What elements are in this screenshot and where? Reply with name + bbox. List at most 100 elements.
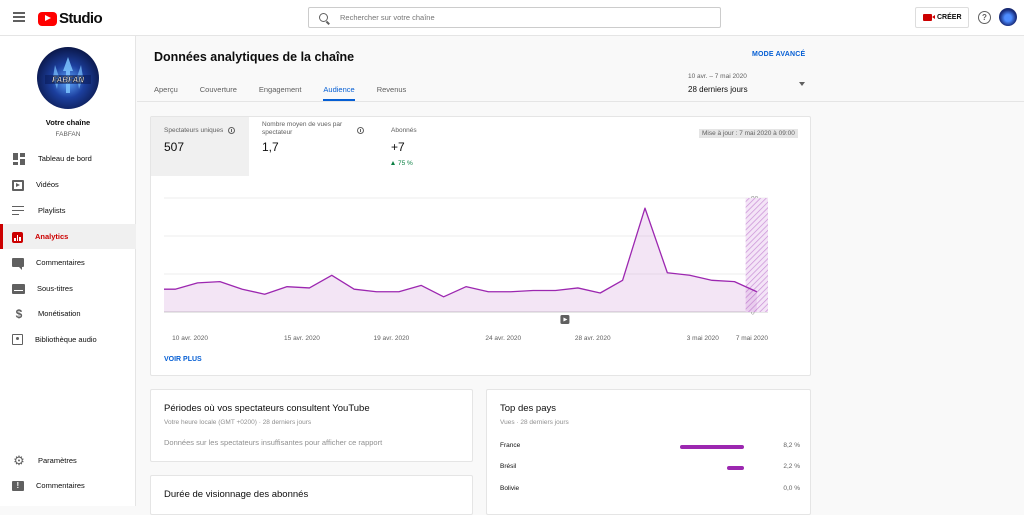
tab-reach[interactable]: Couverture — [200, 80, 237, 101]
channel-title[interactable]: Votre chaîne — [0, 118, 136, 127]
playlist-icon — [12, 204, 26, 218]
dollar-icon: $ — [15, 306, 23, 321]
country-percent: 8,2 % — [783, 442, 800, 449]
card-title: Durée de visionnage des abonnés — [164, 489, 309, 500]
data-point — [733, 280, 736, 283]
country-percent: 2,2 % — [783, 463, 800, 470]
x-tick-label: 15 avr. 2020 — [284, 335, 320, 342]
search-input[interactable] — [340, 13, 700, 22]
data-point — [308, 286, 311, 289]
tab-audience[interactable]: Audience — [323, 80, 355, 101]
tab-overview[interactable]: Aperçu — [154, 80, 178, 101]
sidebar-item-comments[interactable]: Commentaires — [0, 250, 136, 275]
sidebar-item-monetization[interactable]: $ Monétisation — [0, 301, 136, 326]
data-point — [174, 288, 177, 291]
top-bar: Studio CRÉER ? — [0, 0, 1024, 36]
x-tick-label: 3 mai 2020 — [687, 335, 720, 342]
create-button-label: CRÉER — [937, 14, 962, 21]
card-subtitle: Votre heure locale (GMT +0200) · 28 dern… — [164, 419, 312, 426]
sidebar-item-label: Vidéos — [36, 180, 59, 189]
subscriber-watch-time-card: Durée de visionnage des abonnés — [150, 475, 473, 515]
country-row: France 8,2 % — [500, 442, 800, 452]
data-point — [688, 274, 691, 277]
sidebar-item-analytics[interactable]: Analytics — [0, 224, 136, 249]
help-icon[interactable]: ? — [978, 11, 991, 24]
data-point — [196, 281, 199, 284]
data-point — [263, 293, 266, 296]
subtitles-icon — [12, 283, 25, 294]
card-title: Périodes où vos spectateurs consultent Y… — [164, 403, 370, 414]
data-point — [487, 290, 490, 293]
x-tick-label: 7 mai 2020 — [736, 335, 769, 342]
audio-library-icon — [12, 334, 23, 345]
channel-avatar[interactable]: FABFAN — [37, 47, 99, 109]
country-bar — [680, 445, 744, 449]
search-icon[interactable] — [319, 13, 328, 22]
date-range-selector[interactable]: 28 derniers jours — [688, 85, 748, 94]
data-point — [666, 271, 669, 274]
insufficient-data-note: Données sur les spectateurs insuffisante… — [164, 438, 383, 447]
search-box[interactable] — [308, 7, 721, 28]
sidebar-item-label: Playlists — [38, 206, 66, 215]
data-point — [442, 295, 445, 298]
country-name: Brésil — [500, 463, 517, 470]
video-icon — [12, 179, 24, 191]
menu-icon[interactable] — [13, 12, 25, 22]
data-point — [465, 285, 468, 288]
sidebar-item-dashboard[interactable]: Tableau de bord — [0, 146, 136, 171]
data-point — [711, 279, 714, 282]
data-point — [509, 290, 512, 293]
sidebar-item-label: Paramètres — [38, 456, 77, 465]
card-subtitle: Vues · 28 derniers jours — [500, 419, 569, 426]
sidebar-item-subtitles[interactable]: Sous-titres — [0, 276, 136, 301]
channel-name: FABFAN — [55, 131, 81, 138]
data-point — [599, 292, 602, 295]
page-title: Données analytiques de la chaîne — [154, 50, 355, 64]
sidebar-item-videos[interactable]: Vidéos — [0, 172, 136, 197]
x-tick-label: 24 avr. 2020 — [485, 335, 521, 342]
comment-icon — [12, 258, 24, 270]
youtube-logo-icon — [38, 11, 57, 26]
channel-avatar-image: FABFAN — [37, 47, 99, 109]
audience-overview-card: Spectateurs uniques 507 Nombre moyen de … — [150, 116, 811, 376]
feedback-icon — [12, 480, 24, 491]
analytics-tabs: Aperçu Couverture Engagement Audience Re… — [154, 80, 428, 101]
date-range-dates[interactable]: 10 avr. – 7 mai 2020 — [688, 73, 747, 80]
data-point — [576, 286, 579, 289]
country-row: Brésil 2,2 % — [500, 463, 800, 473]
x-tick-label: 10 avr. 2020 — [172, 335, 208, 342]
country-percent: 0,0 % — [783, 485, 800, 492]
tab-revenue[interactable]: Revenus — [377, 80, 407, 101]
series-area — [164, 208, 757, 312]
peak-times-card: Périodes où vos spectateurs consultent Y… — [150, 389, 473, 462]
country-bar — [726, 466, 744, 470]
tab-engagement[interactable]: Engagement — [259, 80, 302, 101]
data-point — [554, 289, 557, 292]
sidebar-item-feedback[interactable]: Commentaires — [0, 473, 136, 498]
data-point — [643, 207, 646, 210]
data-point — [397, 290, 400, 293]
sidebar-item-label: Commentaires — [36, 258, 85, 267]
country-name: Bolivie — [500, 485, 520, 492]
sidebar-item-label: Analytics — [35, 232, 69, 241]
sidebar-item-audio-library[interactable]: Bibliothèque audio — [0, 327, 136, 352]
audience-chart[interactable]: 030609010 avr. 202015 avr. 202019 avr. 2… — [151, 117, 812, 347]
sidebar-item-label: Monétisation — [38, 309, 81, 318]
sidebar-item-playlists[interactable]: Playlists — [0, 198, 136, 223]
data-point — [241, 288, 244, 291]
data-point — [621, 279, 624, 282]
data-point — [286, 285, 289, 288]
sidebar-item-label: Sous-titres — [37, 284, 73, 293]
sidebar-item-label: Bibliothèque audio — [35, 335, 97, 344]
sidebar-item-settings[interactable]: ⚙ Paramètres — [0, 448, 136, 473]
advanced-mode-link[interactable]: MODE AVANCÉ — [752, 51, 805, 58]
account-avatar[interactable] — [999, 8, 1017, 26]
country-row: Bolivie 0,0 % — [500, 485, 800, 495]
studio-logo[interactable]: Studio — [38, 10, 103, 27]
create-button[interactable]: CRÉER — [915, 7, 969, 28]
data-point — [330, 274, 333, 277]
sidebar: FABFAN Votre chaîne FABFAN Tableau de bo… — [0, 36, 136, 506]
chevron-down-icon[interactable] — [799, 82, 805, 86]
see-more-link[interactable]: VOIR PLUS — [164, 356, 202, 363]
data-point — [218, 280, 221, 283]
